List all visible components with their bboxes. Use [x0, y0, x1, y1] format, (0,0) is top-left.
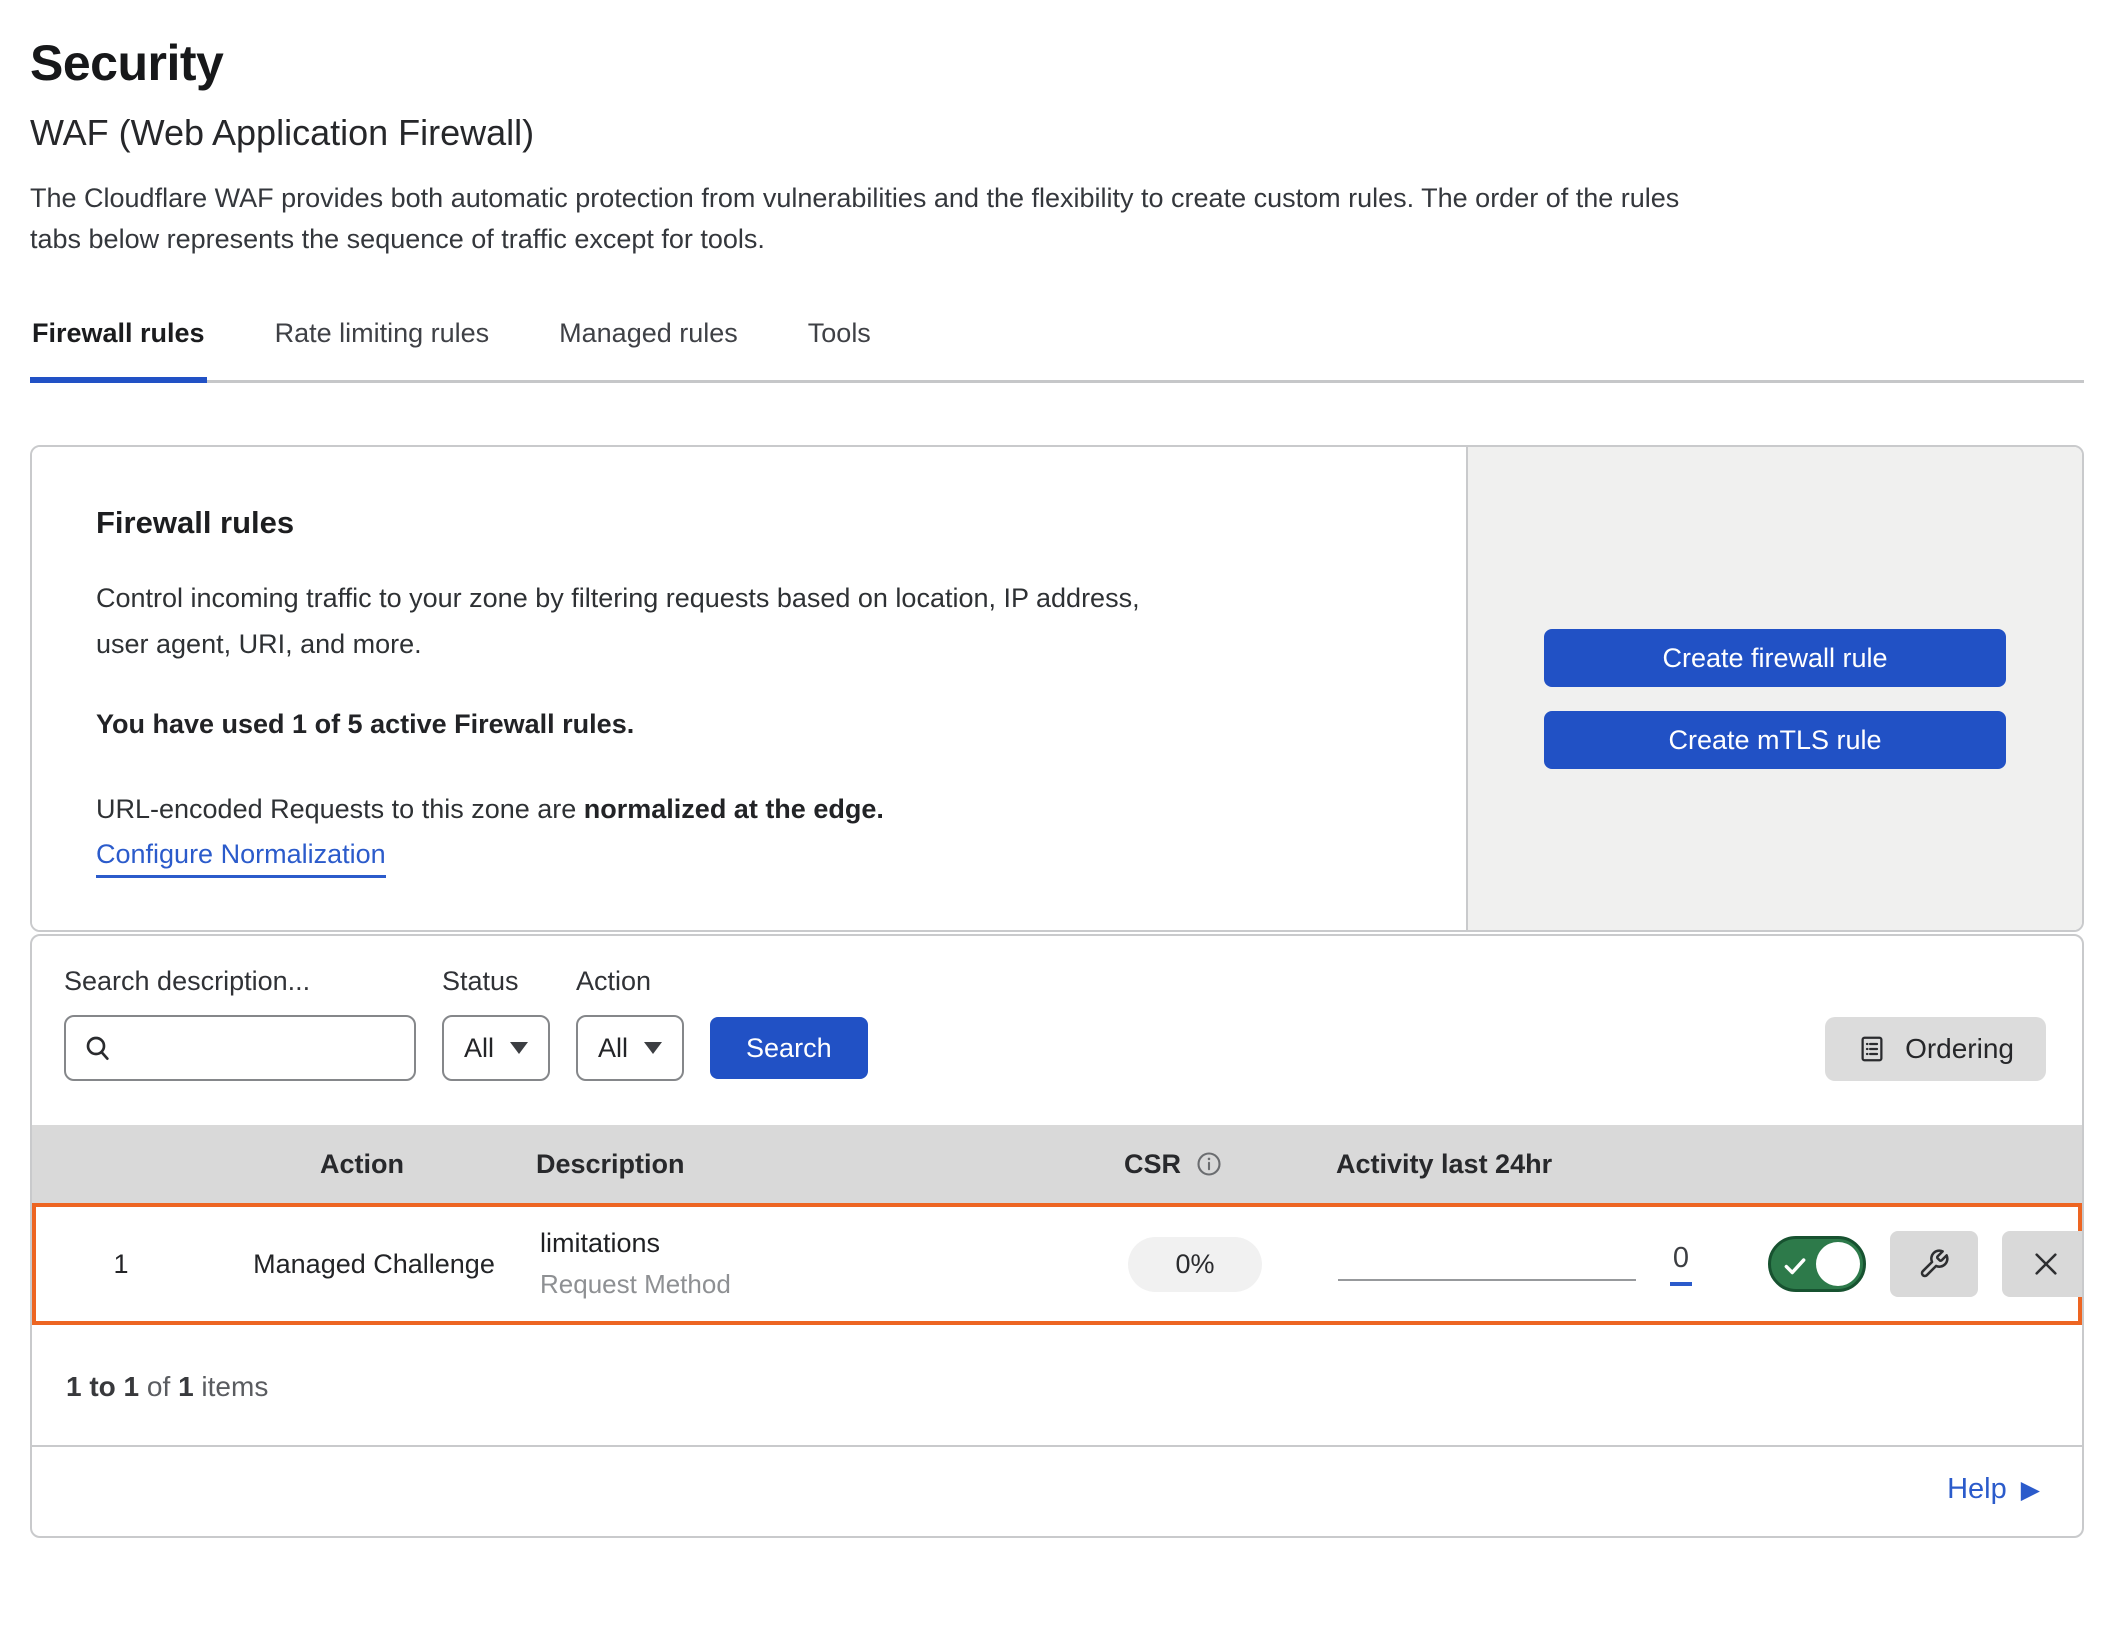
- action-label: Action: [576, 966, 684, 997]
- csr-badge: 0%: [1128, 1237, 1262, 1292]
- page-description: The Cloudflare WAF provides both automat…: [30, 178, 2084, 260]
- csr-column-header: CSR: [1082, 1149, 1322, 1180]
- help-link[interactable]: Help ▶: [1947, 1473, 2040, 1506]
- page-subtitle: WAF (Web Application Firewall): [30, 112, 2084, 154]
- rule-enabled-toggle[interactable]: [1768, 1236, 1866, 1292]
- tab-firewall-rules[interactable]: Firewall rules: [30, 304, 207, 383]
- close-icon: [2030, 1248, 2062, 1280]
- tab-rate-limiting-rules[interactable]: Rate limiting rules: [273, 304, 492, 383]
- chevron-down-icon: [510, 1042, 528, 1054]
- chevron-down-icon: [644, 1042, 662, 1054]
- ordering-button-label: Ordering: [1905, 1033, 2014, 1065]
- delete-rule-button[interactable]: [2002, 1231, 2084, 1297]
- pagination-of: of: [147, 1371, 170, 1402]
- card-description: Control incoming traffic to your zone by…: [96, 575, 1402, 667]
- rule-controls: [1746, 1231, 2084, 1297]
- help-arrow-icon: ▶: [2021, 1475, 2040, 1505]
- activity-column-header: Activity last 24hr: [1322, 1149, 1742, 1180]
- page-description-line2: tabs below represents the sequence of tr…: [30, 224, 765, 254]
- check-icon: [1782, 1253, 1808, 1279]
- card-heading: Firewall rules: [96, 505, 1402, 541]
- filter-bar: Search description... Status All Action: [32, 936, 2082, 1125]
- card-actions-panel: Create firewall rule Create mTLS rule: [1466, 447, 2082, 930]
- tab-managed-rules[interactable]: Managed rules: [557, 304, 740, 383]
- info-icon[interactable]: [1195, 1150, 1223, 1178]
- create-firewall-rule-button[interactable]: Create firewall rule: [1544, 629, 2006, 687]
- firewall-rules-card-content: Firewall rules Control incoming traffic …: [32, 447, 1466, 930]
- card-description-line2: user agent, URI, and more.: [96, 629, 422, 659]
- configure-normalization-link[interactable]: Configure Normalization: [96, 839, 386, 878]
- edit-rule-button[interactable]: [1890, 1231, 1978, 1297]
- create-mtls-rule-button[interactable]: Create mTLS rule: [1544, 711, 2006, 769]
- rule-description: limitations: [540, 1228, 1086, 1259]
- activity-sparkline: [1338, 1279, 1636, 1281]
- toggle-knob: [1816, 1242, 1860, 1286]
- security-waf-page: Security WAF (Web Application Firewall) …: [0, 0, 2114, 1638]
- pagination-range: 1 to 1: [66, 1371, 139, 1402]
- rules-list-card: Search description... Status All Action: [30, 934, 2084, 1538]
- action-column-header: Action: [202, 1149, 522, 1180]
- rule-csr-cell: 0%: [1086, 1237, 1326, 1292]
- rule-activity-cell: 0: [1326, 1242, 1746, 1286]
- firewall-rule-row[interactable]: 1 Managed Challenge limitations Request …: [32, 1203, 2082, 1325]
- status-dropdown-value: All: [464, 1033, 494, 1064]
- action-filter-group: Action All: [576, 966, 684, 1081]
- search-button[interactable]: Search: [710, 1017, 868, 1079]
- page-title: Security: [30, 34, 2084, 92]
- status-dropdown[interactable]: All: [442, 1015, 550, 1081]
- tab-tools[interactable]: Tools: [806, 304, 873, 383]
- action-dropdown[interactable]: All: [576, 1015, 684, 1081]
- wrench-icon: [1918, 1248, 1950, 1280]
- help-link-label: Help: [1947, 1473, 2007, 1506]
- help-bar: Help ▶: [32, 1447, 2082, 1536]
- csr-column-header-label: CSR: [1124, 1149, 1181, 1180]
- normalization-note-bold: normalized at the edge.: [584, 794, 884, 824]
- ordering-list-icon: [1857, 1034, 1887, 1064]
- action-dropdown-value: All: [598, 1033, 628, 1064]
- rule-description-cell: limitations Request Method: [526, 1214, 1086, 1314]
- rule-expression: Request Method: [540, 1269, 1086, 1300]
- search-icon: [82, 1032, 114, 1064]
- rules-tab-bar: Firewall rules Rate limiting rules Manag…: [30, 304, 2084, 383]
- usage-summary: You have used 1 of 5 active Firewall rul…: [96, 709, 1402, 740]
- card-description-line1: Control incoming traffic to your zone by…: [96, 583, 1140, 613]
- search-label: Search description...: [64, 966, 416, 997]
- pagination-summary: 1 to 1 of 1 items: [32, 1325, 2082, 1447]
- status-label: Status: [442, 966, 550, 997]
- normalization-note: URL-encoded Requests to this zone are no…: [96, 794, 1402, 825]
- description-column-header: Description: [522, 1149, 1082, 1180]
- table-header-row: Action Description CSR Activity last 24h…: [32, 1125, 2082, 1203]
- search-box[interactable]: [64, 1015, 416, 1081]
- pagination-count: 1: [178, 1371, 194, 1402]
- page-description-line1: The Cloudflare WAF provides both automat…: [30, 183, 1679, 213]
- search-filter-group: Search description...: [64, 966, 416, 1081]
- pagination-items: items: [201, 1371, 268, 1402]
- normalization-note-prefix: URL-encoded Requests to this zone are: [96, 794, 584, 824]
- status-filter-group: Status All: [442, 966, 550, 1081]
- search-input[interactable]: [114, 1032, 398, 1065]
- activity-count-link[interactable]: 0: [1670, 1242, 1692, 1286]
- ordering-button[interactable]: Ordering: [1825, 1017, 2046, 1081]
- rule-priority: 1: [36, 1249, 206, 1280]
- firewall-rules-card: Firewall rules Control incoming traffic …: [30, 445, 2084, 932]
- rule-action: Managed Challenge: [206, 1249, 526, 1280]
